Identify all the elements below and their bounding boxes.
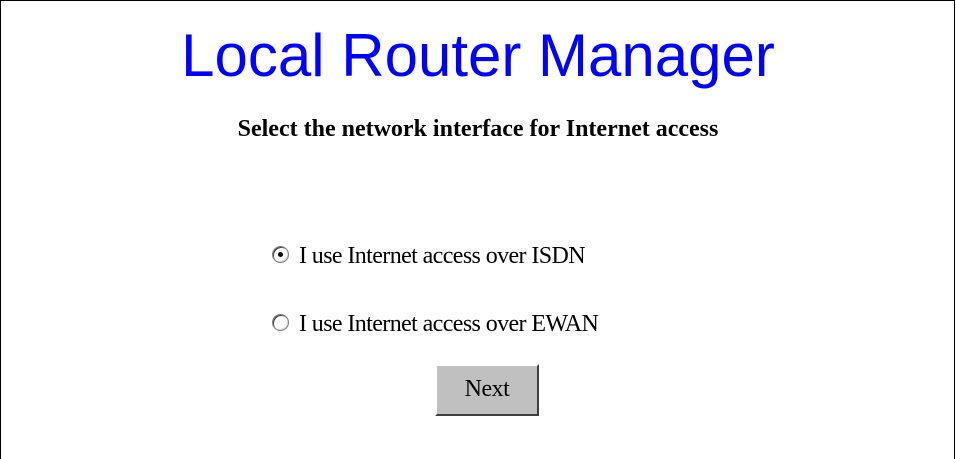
option-isdn[interactable]: I use Internet access over ISDN (272, 240, 586, 272)
next-button[interactable]: Next (435, 364, 539, 416)
option-ewan[interactable]: I use Internet access over EWAN (272, 308, 599, 340)
option-ewan-label: I use Internet access over EWAN (299, 310, 599, 337)
radio-selected-dot (278, 251, 283, 257)
radio-isdn[interactable] (272, 245, 289, 263)
page-title: Local Router Manager (181, 22, 775, 89)
option-isdn-label: I use Internet access over ISDN (299, 242, 586, 269)
radio-ewan[interactable] (272, 313, 289, 331)
page-subtitle: Select the network interface for Interne… (237, 116, 719, 142)
